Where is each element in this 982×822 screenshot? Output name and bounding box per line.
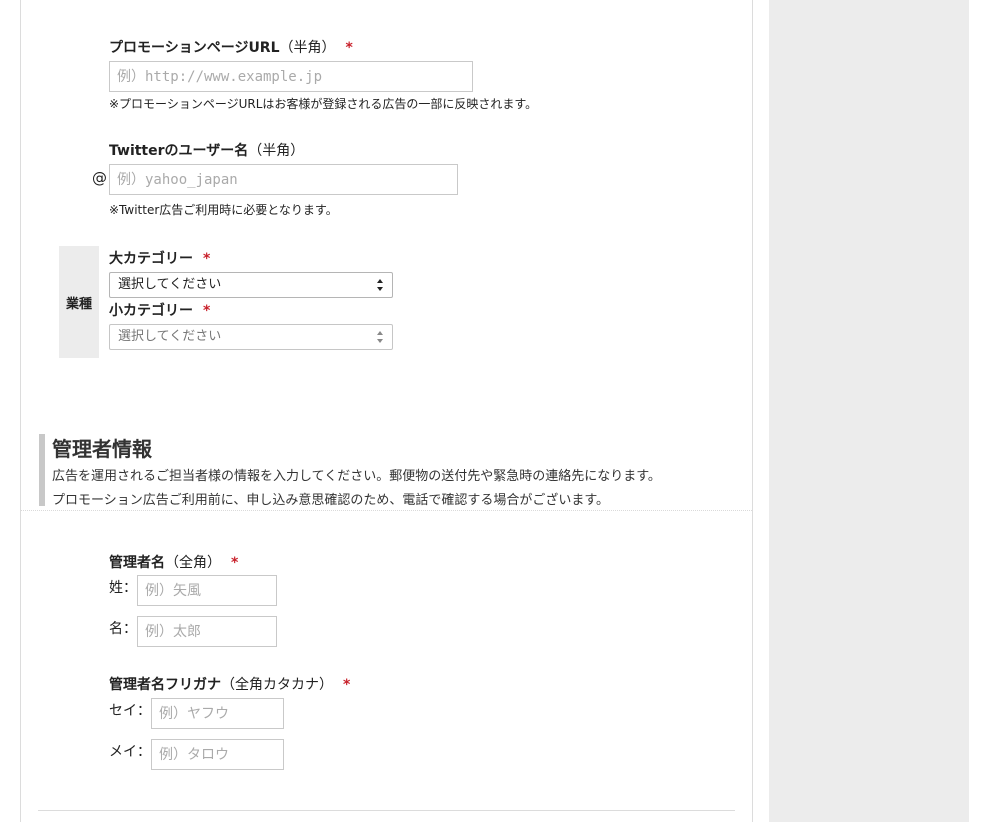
large-category-label-text: 大カテゴリー <box>109 251 193 267</box>
twitter-label-text: Twitterのユーザー名 <box>109 143 249 159</box>
twitter-label-paren: （半角） <box>248 143 305 159</box>
promo-url-label: プロモーションページURL（半角） * <box>109 37 353 57</box>
required-mark: * <box>203 251 211 267</box>
twitter-note: ※Twitter広告ご利用時に必要となります。 <box>109 203 338 217</box>
admin-section-title: 管理者情報 <box>52 437 152 461</box>
admin-first-name-kana-input[interactable] <box>151 739 284 770</box>
promo-url-label-paren: （半角） <box>279 40 336 56</box>
small-category-label-text: 小カテゴリー <box>109 303 193 319</box>
large-category-label: 大カテゴリー * <box>109 248 210 268</box>
content-left-border <box>20 0 21 822</box>
at-symbol: @ <box>92 169 107 187</box>
promo-url-input[interactable] <box>109 61 473 92</box>
admin-last-name-kana-input[interactable] <box>151 698 284 729</box>
bottom-divider <box>38 810 735 811</box>
required-mark: * <box>203 303 211 319</box>
large-category-selected-value: 選択してください <box>118 277 222 292</box>
admin-section-desc-line2: プロモーション広告ご利用前に、申し込み意思確認のため、電話で確認する場合がござい… <box>52 493 610 508</box>
admin-kana-label-paren: （全角カタカナ） <box>221 677 333 693</box>
page: プロモーションページURL（半角）* ※プロモーションページURLはお客様が登録… <box>0 0 982 822</box>
admin-section-desc-line1: 広告を運用されるご担当者様の情報を入力してください。郵便物の送付先や緊急時の連絡… <box>52 469 661 484</box>
admin-name-label: 管理者名（全角） * <box>109 552 238 572</box>
promo-url-note: ※プロモーションページURLはお客様が登録される広告の一部に反映されます。 <box>109 97 538 111</box>
sidebar <box>769 0 969 822</box>
required-mark: * <box>345 40 353 56</box>
select-arrows-icon <box>377 279 383 291</box>
admin-kana-label: 管理者名フリガナ（全角カタカナ） * <box>109 674 350 694</box>
select-arrows-icon <box>377 331 383 343</box>
twitter-username-input[interactable] <box>109 164 458 195</box>
first-name-kana-label: メイ： <box>109 744 151 760</box>
admin-name-label-paren: （全角） <box>165 555 221 571</box>
large-category-select[interactable]: 選択してください <box>109 272 393 298</box>
small-category-label: 小カテゴリー * <box>109 300 210 320</box>
section-accent-bar <box>39 434 45 506</box>
content-right-border <box>752 0 753 822</box>
first-name-label: 名： <box>109 621 137 637</box>
required-mark: * <box>231 555 239 571</box>
admin-name-label-text: 管理者名 <box>109 555 165 571</box>
last-name-kana-label: セイ： <box>109 703 151 719</box>
small-category-selected-value: 選択してください <box>118 329 222 344</box>
admin-last-name-input[interactable] <box>137 575 277 606</box>
required-mark: * <box>343 677 351 693</box>
small-category-select[interactable]: 選択してください <box>109 324 393 350</box>
promo-url-label-text: プロモーションページURL <box>109 40 280 56</box>
last-name-label: 姓： <box>109 580 137 596</box>
industry-group-label: 業種 <box>59 246 99 358</box>
section-divider <box>21 510 752 511</box>
admin-first-name-input[interactable] <box>137 616 277 647</box>
twitter-label: Twitterのユーザー名（半角） <box>109 140 304 160</box>
admin-kana-label-text: 管理者名フリガナ <box>109 677 221 693</box>
